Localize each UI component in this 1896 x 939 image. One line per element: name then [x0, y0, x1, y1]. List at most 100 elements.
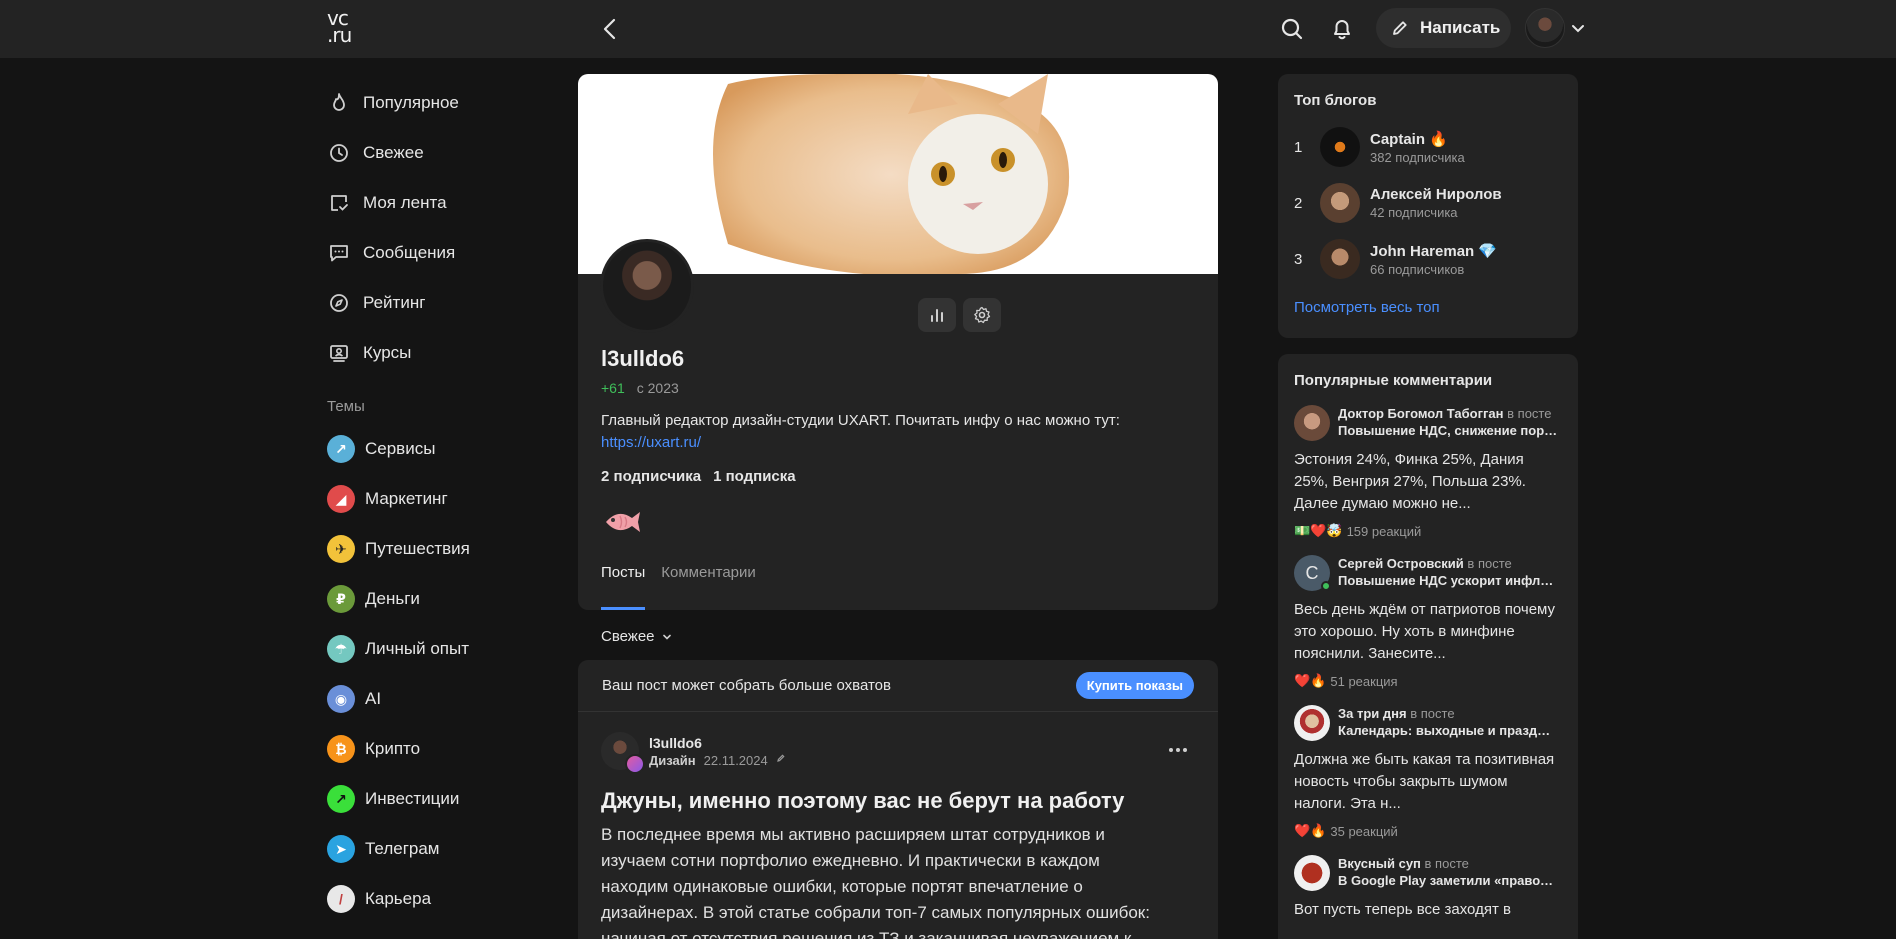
theme-label: AI: [365, 689, 382, 708]
back-arrow-icon[interactable]: [596, 15, 624, 43]
comment-avatar: [1294, 405, 1330, 441]
post-excerpt[interactable]: В последнее время мы активно расширяем ш…: [601, 822, 1161, 939]
member-since: с 2023: [636, 380, 679, 396]
sidebar-item-my-feed[interactable]: Моя лента: [327, 178, 557, 228]
blog-rank: 1: [1294, 138, 1303, 156]
post-header: l3ulldo6 Дизайн 22.11.2024: [601, 732, 786, 774]
comment-post-title[interactable]: Повышение НДС ускорит инфляц...: [1338, 572, 1558, 589]
comment-post-title[interactable]: Повышение НДС, снижение порог...: [1338, 422, 1558, 439]
reaction-emojis: 💵❤️🤯: [1294, 523, 1343, 538]
theme-item-crypto[interactable]: ₿ Крипто: [327, 724, 557, 774]
post-author[interactable]: l3ulldo6: [649, 735, 786, 751]
comment-reactions[interactable]: ❤️🔥 51 реакция: [1294, 673, 1562, 689]
gear-icon: [974, 306, 991, 324]
karma-value: +61: [601, 380, 625, 396]
more-options-icon[interactable]: [1166, 742, 1190, 758]
popular-comments-widget: Популярные комментарии Доктор Богомол Та…: [1278, 354, 1578, 939]
theme-item-services[interactable]: ↗ Сервисы: [327, 424, 557, 474]
reaction-count: 35 реакций: [1330, 823, 1398, 839]
theme-item-career[interactable]: / Карьера: [327, 874, 557, 924]
profile-card: l3ulldo6 +61 с 2023 Главный редактор диз…: [578, 74, 1218, 610]
comment-avatar: [1294, 855, 1330, 891]
top-blogs-title: Топ блогов: [1294, 92, 1377, 109]
profile-cover: [578, 74, 1218, 274]
compass-icon: [330, 294, 348, 312]
sort-label: Свежее: [601, 628, 655, 645]
clock-icon: [330, 144, 348, 162]
theme-label: Маркетинг: [365, 489, 448, 508]
comment-author[interactable]: Сергей Островский: [1338, 556, 1464, 571]
stats-button[interactable]: [918, 298, 956, 332]
post-card: Ваш пост может собрать больше охватов Ку…: [578, 660, 1218, 939]
sidebar-item-rating[interactable]: Рейтинг: [327, 278, 557, 328]
pencil-icon: [1393, 21, 1407, 35]
sidebar-item-messages[interactable]: Сообщения: [327, 228, 557, 278]
comment-reactions[interactable]: ❤️🔥 35 реакций: [1294, 823, 1562, 839]
theme-item-marketing[interactable]: ◢ Маркетинг: [327, 474, 557, 524]
write-button[interactable]: Написать: [1376, 8, 1511, 48]
theme-item-telegram[interactable]: ➤ Телеграм: [327, 824, 557, 874]
tab-comments[interactable]: Комментарии: [661, 564, 755, 610]
comment-text: Эстония 24%, Финка 25%, Дания 25%, Венгр…: [1294, 451, 1526, 512]
post-topic[interactable]: Дизайн: [649, 753, 696, 768]
comment-author[interactable]: Доктор Богомол Табогган: [1338, 406, 1504, 421]
bio-link[interactable]: https://uxart.ru/: [601, 432, 1191, 454]
post-author-avatar[interactable]: [601, 732, 645, 774]
theme-item-ai[interactable]: ◉ AI: [327, 674, 557, 724]
comment-item[interactable]: С Сергей Островский в посте Повышение НД…: [1294, 555, 1562, 689]
flame-icon: [333, 93, 345, 111]
theme-item-money[interactable]: ₽ Деньги: [327, 574, 557, 624]
top-blog-item[interactable]: 2 Алексей Ниролов 42 подписчика: [1294, 175, 1562, 231]
comment-text: Вот пусть теперь все заходят в: [1294, 901, 1511, 918]
chevron-down-icon[interactable]: [1570, 20, 1586, 36]
comment-author[interactable]: За три дня: [1338, 706, 1407, 721]
theme-item-travel[interactable]: ✈ Путешествия: [327, 524, 557, 574]
comment-item[interactable]: За три дня в посте Календарь: выходные и…: [1294, 705, 1562, 839]
theme-label: Карьера: [365, 889, 432, 908]
feed-icon: [331, 195, 348, 211]
buy-impressions-button[interactable]: Купить показы: [1075, 672, 1194, 699]
comment-text: Должна же быть какая та позитивная новос…: [1294, 751, 1555, 812]
top-blog-item[interactable]: 3 John Hareman 💎 66 подписчиков: [1294, 231, 1562, 287]
comment-post-title[interactable]: Календарь: выходные и празднич...: [1338, 722, 1558, 739]
sidebar-item-fresh[interactable]: Свежее: [327, 128, 557, 178]
comment-post-title[interactable]: В Google Play заметили «правосла...: [1338, 872, 1558, 889]
comment-item[interactable]: Доктор Богомол Табогган в посте Повышени…: [1294, 405, 1562, 539]
bitcoin-icon: ₿: [327, 735, 355, 763]
sidebar-item-courses[interactable]: Курсы: [327, 328, 557, 378]
services-icon: ↗: [327, 435, 355, 463]
sidebar-item-popular[interactable]: Популярное: [327, 78, 557, 128]
blog-avatar: [1320, 239, 1360, 279]
theme-item-investments[interactable]: ↗ Инвестиции: [327, 774, 557, 824]
blog-rank: 2: [1294, 194, 1303, 212]
logo[interactable]: vc .ru: [327, 8, 361, 48]
search-icon[interactable]: [1278, 15, 1306, 43]
sort-dropdown[interactable]: Свежее: [601, 628, 673, 645]
profile-avatar[interactable]: [600, 239, 694, 333]
top-blog-item[interactable]: 1 Captain 🔥 382 подписчика: [1294, 119, 1562, 175]
tab-posts[interactable]: Посты: [601, 564, 646, 610]
fish-badge-icon[interactable]: [600, 504, 644, 540]
comment-avatar: С: [1294, 555, 1331, 591]
theme-item-experience[interactable]: ☂ Личный опыт: [327, 624, 557, 674]
sidebar-nav: Популярное Свежее Моя лента Сообщения Ре…: [327, 78, 557, 378]
user-avatar[interactable]: [1525, 8, 1565, 48]
comment-item[interactable]: Вкусный суп в посте В Google Play замети…: [1294, 855, 1562, 921]
cat-bread-cover-image: [713, 74, 1070, 274]
comment-reactions[interactable]: 💵❤️🤯 159 реакций: [1294, 523, 1562, 539]
comment-author[interactable]: Вкусный суп: [1338, 856, 1421, 871]
comment-text: Весь день ждём от патриотов почему это х…: [1294, 601, 1556, 662]
theme-label: Инвестиции: [365, 789, 460, 808]
in-post-label: в посте: [1507, 406, 1552, 421]
settings-button[interactable]: [963, 298, 1001, 332]
plane-icon: ✈: [327, 535, 355, 563]
following-count[interactable]: 1 подписка: [713, 468, 796, 485]
post-title[interactable]: Джуны, именно поэтому вас не берут на ра…: [601, 788, 1124, 814]
profile-name: l3ulldo6: [601, 346, 685, 371]
followers-count[interactable]: 2 подписчика: [601, 468, 701, 485]
see-all-top-link[interactable]: Посмотреть весь топ: [1294, 299, 1562, 316]
profile-tabs: Посты Комментарии: [601, 564, 756, 610]
post-date: 22.11.2024: [703, 752, 768, 768]
write-button-label: Написать: [1420, 18, 1501, 37]
bell-icon[interactable]: [1328, 15, 1356, 43]
